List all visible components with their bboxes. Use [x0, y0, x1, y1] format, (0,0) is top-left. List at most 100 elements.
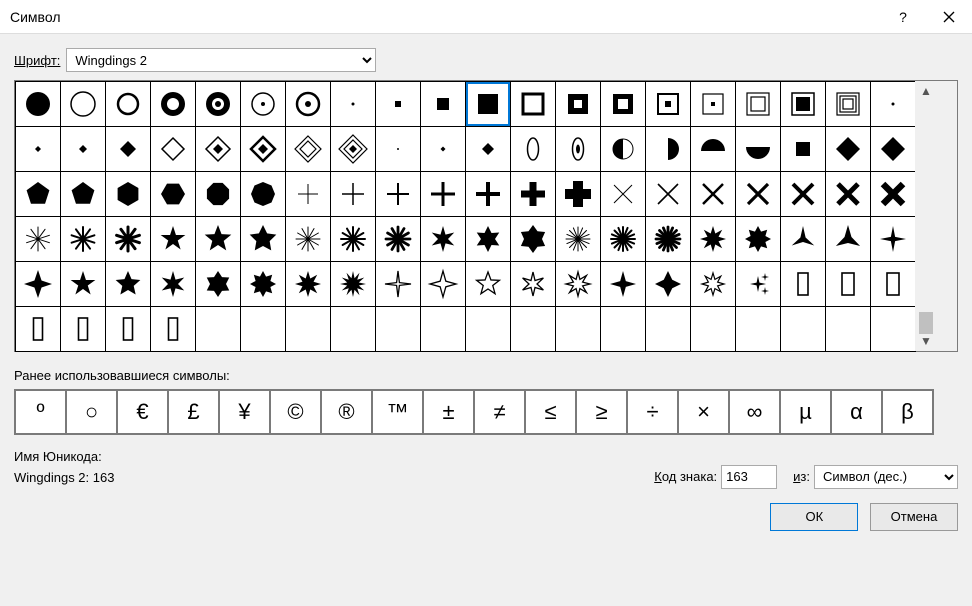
recent-symbol[interactable]: £: [168, 390, 219, 434]
symbol-cell[interactable]: [330, 216, 376, 262]
symbol-cell[interactable]: [690, 306, 736, 352]
symbol-cell[interactable]: [240, 306, 286, 352]
symbol-cell[interactable]: [555, 126, 601, 172]
symbol-cell[interactable]: [420, 306, 466, 352]
symbol-cell[interactable]: [240, 126, 286, 172]
recent-symbol[interactable]: β: [882, 390, 933, 434]
recent-symbol[interactable]: ≠: [474, 390, 525, 434]
symbol-cell[interactable]: [825, 216, 871, 262]
recent-symbol[interactable]: ™: [372, 390, 423, 434]
symbol-cell[interactable]: [645, 261, 691, 307]
symbol-cell[interactable]: [600, 81, 646, 127]
symbol-cell[interactable]: [240, 216, 286, 262]
symbol-cell[interactable]: [510, 126, 556, 172]
symbol-cell[interactable]: [735, 261, 781, 307]
symbol-cell[interactable]: [285, 126, 331, 172]
symbol-cell[interactable]: [15, 126, 61, 172]
symbol-cell[interactable]: [240, 81, 286, 127]
recent-symbol[interactable]: µ: [780, 390, 831, 434]
recent-symbol[interactable]: ¥: [219, 390, 270, 434]
symbol-cell[interactable]: [780, 261, 826, 307]
symbol-cell[interactable]: [150, 126, 196, 172]
symbol-cell[interactable]: [465, 81, 511, 127]
symbol-cell[interactable]: [420, 171, 466, 217]
font-select[interactable]: Wingdings 2: [66, 48, 376, 72]
symbol-cell[interactable]: [150, 216, 196, 262]
symbol-cell[interactable]: [15, 306, 61, 352]
symbol-cell[interactable]: [285, 81, 331, 127]
symbol-cell[interactable]: [195, 306, 241, 352]
ok-button[interactable]: ОК: [770, 503, 858, 531]
symbol-cell[interactable]: [285, 171, 331, 217]
symbol-cell[interactable]: [600, 261, 646, 307]
symbol-cell[interactable]: [870, 126, 916, 172]
scroll-down-icon[interactable]: ▼: [920, 334, 932, 348]
symbol-cell[interactable]: [375, 171, 421, 217]
symbol-cell[interactable]: [150, 81, 196, 127]
symbol-cell[interactable]: [600, 171, 646, 217]
symbol-cell[interactable]: [870, 261, 916, 307]
symbol-cell[interactable]: [330, 126, 376, 172]
symbol-cell[interactable]: [510, 306, 556, 352]
symbol-cell[interactable]: [150, 306, 196, 352]
symbol-cell[interactable]: [375, 261, 421, 307]
recent-symbol[interactable]: ≥: [576, 390, 627, 434]
symbol-cell[interactable]: [690, 216, 736, 262]
symbol-cell[interactable]: [870, 306, 916, 352]
symbol-cell[interactable]: [465, 126, 511, 172]
scroll-thumb[interactable]: [919, 312, 933, 334]
symbol-cell[interactable]: [780, 126, 826, 172]
symbol-cell[interactable]: [645, 171, 691, 217]
symbol-cell[interactable]: [105, 81, 151, 127]
symbol-cell[interactable]: [240, 171, 286, 217]
symbol-cell[interactable]: [105, 306, 151, 352]
recent-symbol[interactable]: º: [15, 390, 66, 434]
symbol-cell[interactable]: [105, 171, 151, 217]
recent-symbol[interactable]: ®: [321, 390, 372, 434]
char-code-input[interactable]: [721, 465, 777, 489]
symbol-cell[interactable]: [825, 261, 871, 307]
symbol-cell[interactable]: [870, 171, 916, 217]
symbol-cell[interactable]: [15, 216, 61, 262]
symbol-cell[interactable]: [465, 216, 511, 262]
symbol-cell[interactable]: [330, 81, 376, 127]
symbol-cell[interactable]: [60, 261, 106, 307]
symbol-cell[interactable]: [105, 216, 151, 262]
recent-symbol[interactable]: ○: [66, 390, 117, 434]
symbol-cell[interactable]: [465, 171, 511, 217]
symbol-cell[interactable]: [780, 216, 826, 262]
symbol-cell[interactable]: [510, 171, 556, 217]
scrollbar[interactable]: ▲ ▼: [915, 81, 937, 351]
symbol-cell[interactable]: [420, 261, 466, 307]
recent-symbol[interactable]: ÷: [627, 390, 678, 434]
recent-symbol[interactable]: α: [831, 390, 882, 434]
symbol-cell[interactable]: [645, 126, 691, 172]
symbol-cell[interactable]: [600, 126, 646, 172]
symbol-cell[interactable]: [555, 261, 601, 307]
symbol-cell[interactable]: [330, 306, 376, 352]
recent-symbol[interactable]: ±: [423, 390, 474, 434]
help-button[interactable]: ?: [880, 0, 926, 34]
symbol-cell[interactable]: [510, 261, 556, 307]
symbol-cell[interactable]: [195, 81, 241, 127]
symbol-cell[interactable]: [60, 216, 106, 262]
symbol-cell[interactable]: [735, 81, 781, 127]
symbol-cell[interactable]: [375, 216, 421, 262]
symbol-cell[interactable]: [420, 216, 466, 262]
symbol-cell[interactable]: [690, 126, 736, 172]
recent-symbol[interactable]: ∞: [729, 390, 780, 434]
symbol-cell[interactable]: [555, 81, 601, 127]
recent-symbol[interactable]: ©: [270, 390, 321, 434]
symbol-cell[interactable]: [195, 216, 241, 262]
symbol-cell[interactable]: [555, 171, 601, 217]
close-button[interactable]: [926, 0, 972, 34]
symbol-cell[interactable]: [375, 126, 421, 172]
symbol-cell[interactable]: [105, 126, 151, 172]
symbol-cell[interactable]: [690, 81, 736, 127]
symbol-cell[interactable]: [15, 261, 61, 307]
symbol-cell[interactable]: [780, 81, 826, 127]
recent-symbol[interactable]: ≤: [525, 390, 576, 434]
symbol-cell[interactable]: [195, 126, 241, 172]
symbol-cell[interactable]: [555, 306, 601, 352]
symbol-cell[interactable]: [195, 171, 241, 217]
